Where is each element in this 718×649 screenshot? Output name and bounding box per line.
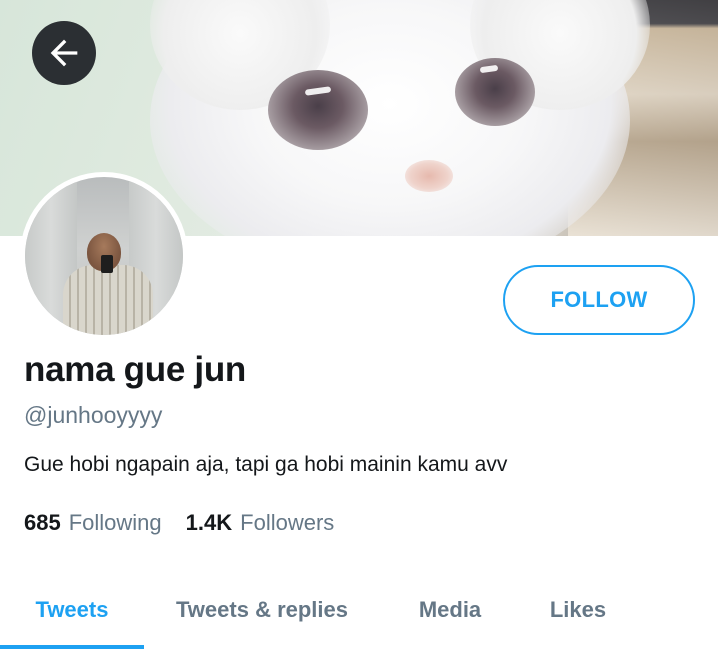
- following-label: Following: [68, 510, 162, 535]
- profile-tabs: Tweets Tweets & replies Media Likes: [0, 570, 718, 649]
- tab-tweets-and-replies[interactable]: Tweets & replies: [144, 570, 380, 649]
- display-name: nama gue jun: [24, 350, 246, 389]
- followers-stat[interactable]: 1.4K Followers: [186, 510, 335, 536]
- avatar-phone: [101, 255, 113, 273]
- banner-cat-eye-left: [268, 70, 368, 150]
- followers-count: 1.4K: [185, 510, 233, 535]
- user-handle: @junhooyyyy: [24, 402, 163, 428]
- following-stat[interactable]: 685 Following: [24, 510, 162, 536]
- banner-cat-nose: [405, 160, 453, 192]
- following-count: 685: [24, 510, 61, 535]
- avatar-person-body: [63, 265, 153, 335]
- tab-media[interactable]: Media: [380, 570, 520, 649]
- follow-button[interactable]: FOLLOW: [503, 265, 695, 335]
- avatar[interactable]: [20, 172, 188, 340]
- profile-bio: Gue hobi ngapain aja, tapi ga hobi maini…: [24, 453, 508, 476]
- back-button[interactable]: [32, 21, 96, 85]
- profile-stats: 685 Following 1.4K Followers: [24, 510, 334, 536]
- avatar-photo: [25, 177, 183, 335]
- tab-tweets[interactable]: Tweets: [0, 570, 144, 649]
- followers-label: Followers: [240, 510, 335, 535]
- arrow-left-icon: [50, 39, 78, 67]
- tab-likes[interactable]: Likes: [520, 570, 636, 649]
